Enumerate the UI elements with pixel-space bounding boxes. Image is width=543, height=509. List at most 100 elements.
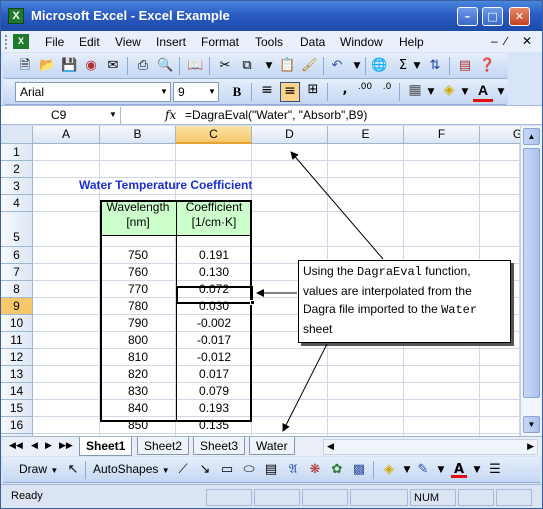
- scroll-right-icon[interactable]: ▶: [527, 441, 534, 452]
- scroll-up-button[interactable]: ▲: [523, 128, 540, 145]
- doc-restore-button[interactable]: ∕: [505, 34, 507, 48]
- scroll-down-button[interactable]: ▼: [523, 416, 540, 433]
- chevron-down-icon[interactable]: ▼: [109, 110, 117, 119]
- paste-icon[interactable]: 📋: [279, 58, 295, 74]
- chevron-down-icon[interactable]: ▼: [158, 83, 170, 101]
- tab-sheet3[interactable]: Sheet3: [193, 437, 246, 455]
- menu-data[interactable]: Data: [300, 35, 325, 49]
- wordart-icon[interactable]: 𝔄: [285, 462, 301, 478]
- formula-input[interactable]: =DagraEval("Water", "Absorb",B9): [185, 108, 367, 122]
- tab-water[interactable]: Water: [249, 437, 295, 455]
- last-sheet-icon[interactable]: ▶▶: [59, 440, 73, 451]
- menu-view[interactable]: View: [115, 35, 141, 49]
- autoshapes-label: AutoShapes: [93, 462, 159, 476]
- comma-style-button[interactable]: ,: [335, 82, 355, 102]
- prev-sheet-icon[interactable]: ◀: [31, 440, 38, 451]
- copy-icon[interactable]: ⧉: [239, 58, 255, 74]
- toolbar-separator: [127, 57, 128, 75]
- scroll-thumb[interactable]: [523, 148, 540, 398]
- font-size-box[interactable]: 9 ▼: [173, 82, 219, 102]
- help-icon[interactable]: ❓: [479, 58, 495, 74]
- permission-icon[interactable]: ◉: [83, 58, 99, 74]
- next-sheet-icon[interactable]: ▶: [45, 440, 52, 451]
- menu-tools[interactable]: Tools: [255, 35, 283, 49]
- chart-wizard-icon[interactable]: ▤: [457, 58, 473, 74]
- font-name-box[interactable]: Arial ▼: [15, 82, 171, 102]
- menu-insert[interactable]: Insert: [156, 35, 186, 49]
- align-center-button[interactable]: ≡: [280, 82, 300, 102]
- excel-app-icon[interactable]: X: [8, 8, 24, 24]
- new-icon[interactable]: 🗎: [17, 58, 33, 74]
- undo-icon[interactable]: ↶: [329, 58, 345, 74]
- maximize-button[interactable]: □: [482, 7, 503, 26]
- research-icon[interactable]: 📖: [187, 58, 203, 74]
- fx-icon[interactable]: fx: [165, 108, 176, 122]
- paste-dropdown-icon[interactable]: ▼: [261, 58, 277, 74]
- first-sheet-icon[interactable]: ◀◀: [9, 440, 23, 451]
- rectangle-icon[interactable]: ▭: [219, 462, 235, 478]
- picture-icon[interactable]: ▩: [351, 462, 367, 478]
- chevron-down-icon[interactable]: ▼: [206, 83, 218, 101]
- fill-color-icon[interactable]: ◈: [439, 82, 459, 102]
- print-icon[interactable]: ⎙: [135, 58, 151, 74]
- doc-minimize-button[interactable]: –: [491, 34, 498, 48]
- font-color-dropdown-icon[interactable]: ▼: [469, 462, 485, 478]
- formula-bar: C9 ▼ fx =DagraEval("Water", "Absorb",B9): [1, 105, 542, 125]
- textbox-icon[interactable]: ▤: [263, 462, 279, 478]
- horizontal-scrollbar[interactable]: ◀ ▶: [323, 439, 538, 455]
- decrease-decimal-button[interactable]: .0: [377, 82, 397, 102]
- bold-button[interactable]: B: [227, 82, 247, 102]
- minimize-button[interactable]: –: [457, 7, 478, 26]
- menu-window[interactable]: Window: [340, 35, 383, 49]
- draw-menu-button[interactable]: Draw ▼: [19, 462, 58, 476]
- font-color-dropdown-icon[interactable]: ▼: [493, 84, 509, 100]
- format-painter-icon[interactable]: 🖌: [301, 58, 318, 74]
- line-color-icon[interactable]: ✎: [415, 462, 431, 478]
- line-color-dropdown-icon[interactable]: ▼: [433, 462, 449, 478]
- sheet-tab-bar: ◀◀ ◀ ▶ ▶▶ Sheet1 Sheet2 Sheet3 Water ◀ ▶: [1, 436, 542, 456]
- font-color-icon[interactable]: A: [451, 462, 467, 478]
- clipart-icon[interactable]: ✿: [329, 462, 345, 478]
- vertical-scrollbar[interactable]: ▲ ▼: [520, 126, 542, 436]
- spreadsheet-grid[interactable]: ABCDEFG 1234567891011121314151617 Water …: [1, 126, 520, 436]
- close-button[interactable]: ✕: [509, 7, 530, 26]
- increase-decimal-button[interactable]: .00: [355, 82, 375, 102]
- open-icon[interactable]: 📂: [39, 58, 55, 74]
- save-icon[interactable]: 💾: [61, 58, 77, 74]
- hyperlink-icon[interactable]: 🌐: [371, 58, 387, 74]
- scroll-left-icon[interactable]: ◀: [327, 441, 334, 452]
- oval-icon[interactable]: ⬭: [241, 462, 257, 478]
- borders-dropdown-icon[interactable]: ▼: [423, 84, 439, 100]
- print-preview-icon[interactable]: 🔍: [157, 58, 173, 74]
- merge-center-button[interactable]: ⊞: [303, 82, 323, 102]
- status-panel: [496, 489, 532, 506]
- borders-icon[interactable]: ▦: [405, 82, 425, 102]
- font-color-icon[interactable]: A: [473, 82, 493, 102]
- undo-dropdown-icon[interactable]: ▼: [349, 58, 365, 74]
- arrow-icon[interactable]: ↘: [197, 462, 213, 478]
- fill-color-icon[interactable]: ◈: [381, 462, 397, 478]
- tab-sheet1[interactable]: Sheet1: [79, 437, 133, 456]
- line-icon[interactable]: ⟋: [175, 462, 191, 478]
- email-icon[interactable]: ✉: [105, 58, 121, 74]
- status-bar: Ready NUM: [1, 484, 542, 508]
- line-style-icon[interactable]: ☰: [487, 462, 503, 478]
- menu-format[interactable]: Format: [201, 35, 239, 49]
- menu-help[interactable]: Help: [399, 35, 424, 49]
- toolbar-separator: [251, 83, 252, 101]
- fill-dropdown-icon[interactable]: ▼: [399, 462, 415, 478]
- select-objects-icon[interactable]: ↖: [65, 462, 81, 478]
- diagram-icon[interactable]: ❋: [307, 462, 323, 478]
- sort-ascending-icon[interactable]: ⇅: [427, 58, 443, 74]
- fill-dropdown-icon[interactable]: ▼: [457, 84, 473, 100]
- autosum-dropdown-icon[interactable]: ▼: [409, 58, 425, 74]
- cut-icon[interactable]: ✂: [217, 58, 233, 74]
- menu-edit[interactable]: Edit: [79, 35, 100, 49]
- workbook-icon[interactable]: X: [13, 34, 29, 49]
- doc-close-button[interactable]: ✕: [522, 34, 532, 48]
- align-left-button[interactable]: ≡: [257, 82, 277, 102]
- menu-file[interactable]: File: [45, 35, 64, 49]
- name-box[interactable]: C9: [3, 107, 121, 124]
- tab-sheet2[interactable]: Sheet2: [137, 437, 190, 455]
- autoshapes-menu-button[interactable]: AutoShapes ▼: [93, 462, 170, 476]
